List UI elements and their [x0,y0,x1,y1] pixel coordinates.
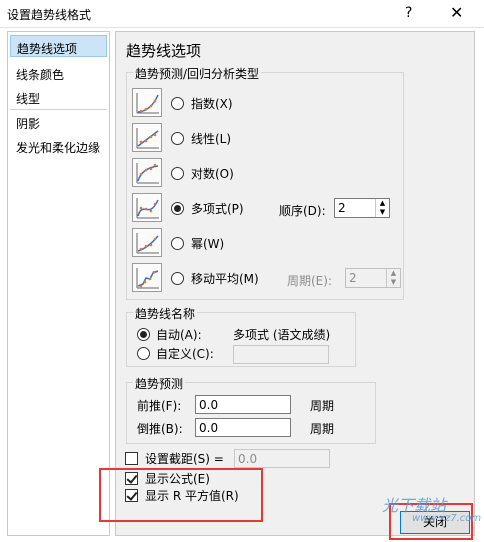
annotation-highlight-options [99,468,263,522]
forecast-group: 趋势预测 前推(F): 0.0 周期 倒推(B): 0.0 周期 [126,375,376,444]
period-label: 周期(E): [287,274,332,288]
spin-up-icon[interactable]: ▲ [376,199,389,208]
order-label: 顺序(D): [279,204,326,218]
help-button[interactable]: ? [405,5,412,21]
order-stepper[interactable]: ▲ ▼ [375,199,389,217]
nav-item-shadow[interactable]: 阴影 [10,111,107,133]
group-title-regression: 趋势预测/回归分析类型 [133,65,262,82]
logarithmic-radio[interactable] [171,167,184,180]
nav-item-line-style[interactable]: 线型 [10,86,107,108]
logarithmic-trend-icon [132,158,162,187]
backward-value: 0.0 [199,421,219,435]
exponential-label: 指数(X) [191,97,233,111]
watermark-url: www.xz7.com [412,513,482,524]
linear-trend-icon [132,123,162,152]
forward-value: 0.0 [199,398,219,412]
window-close-button[interactable]: ✕ [450,3,463,22]
auto-name-radio[interactable] [137,328,150,341]
spin-down-icon[interactable]: ▼ [376,208,389,217]
power-trend-icon [132,228,162,257]
title-bar: 设置趋势线格式 ? ✕ [0,0,484,28]
options-panel: 趋势线选项 趋势预测/回归分析类型 指数(X) 线性(L) 对数(O) 多项式(… [115,31,475,536]
period-value: 2 [349,271,357,285]
nav-item-line-color[interactable]: 线条颜色 [10,62,107,84]
intercept-label: 设置截距(S) = [145,452,224,466]
auto-name-value: 多项式 (语文成绩) [233,328,331,342]
moving-average-label: 移动平均(M) [191,272,259,286]
intercept-value: 0.0 [238,452,258,466]
exponential-trend-icon [132,88,162,117]
period-stepper: ▲ ▼ [386,269,400,287]
forward-label: 前推(F): [137,399,182,413]
polynomial-label: 多项式(P) [191,202,244,216]
trendline-name-group: 趋势线名称 自动(A): 多项式 (语文成绩) 自定义(C): [126,305,356,367]
custom-name-input[interactable] [233,345,329,364]
backward-label: 倒推(B): [137,422,183,436]
nav-item-trendline-options[interactable]: 趋势线选项 [10,35,107,57]
order-spinner[interactable]: 2 ▲ ▼ [334,198,390,218]
intercept-checkbox[interactable] [125,452,138,465]
polynomial-trend-icon [132,193,162,222]
custom-name-label: 自定义(C): [156,347,214,361]
linear-radio[interactable] [171,132,184,145]
backward-input[interactable]: 0.0 [195,418,291,437]
moving-average-radio[interactable] [171,272,184,285]
backward-unit: 周期 [310,422,335,436]
spin-down-icon: ▼ [390,278,397,286]
period-spinner: 2 ▲ ▼ [345,268,401,288]
category-nav: 趋势线选项 线条颜色 线型 阴影 发光和柔化边缘 [7,31,110,536]
forward-input[interactable]: 0.0 [195,395,291,414]
power-label: 幂(W) [191,237,225,251]
panel-title: 趋势线选项 [126,42,202,60]
custom-name-radio[interactable] [137,347,150,360]
order-value: 2 [338,201,346,215]
moving-average-trend-icon [132,263,162,292]
intercept-input[interactable]: 0.0 [234,449,330,468]
spin-up-icon: ▲ [390,269,397,277]
forward-unit: 周期 [310,399,335,413]
group-title-forecast: 趋势预测 [133,375,186,392]
polynomial-radio[interactable] [171,202,184,215]
nav-item-glow-soft-edges[interactable]: 发光和柔化边缘 [10,135,107,157]
logarithmic-label: 对数(O) [191,167,234,181]
regression-type-group: 趋势预测/回归分析类型 指数(X) 线性(L) 对数(O) 多项式(P) 顺序(… [126,65,404,300]
power-radio[interactable] [171,237,184,250]
exponential-radio[interactable] [171,97,184,110]
window-title: 设置趋势线格式 [7,8,92,22]
auto-name-label: 自动(A): [156,328,202,342]
linear-label: 线性(L) [191,132,232,146]
group-title-name: 趋势线名称 [133,305,198,322]
nav-divider [10,109,107,110]
